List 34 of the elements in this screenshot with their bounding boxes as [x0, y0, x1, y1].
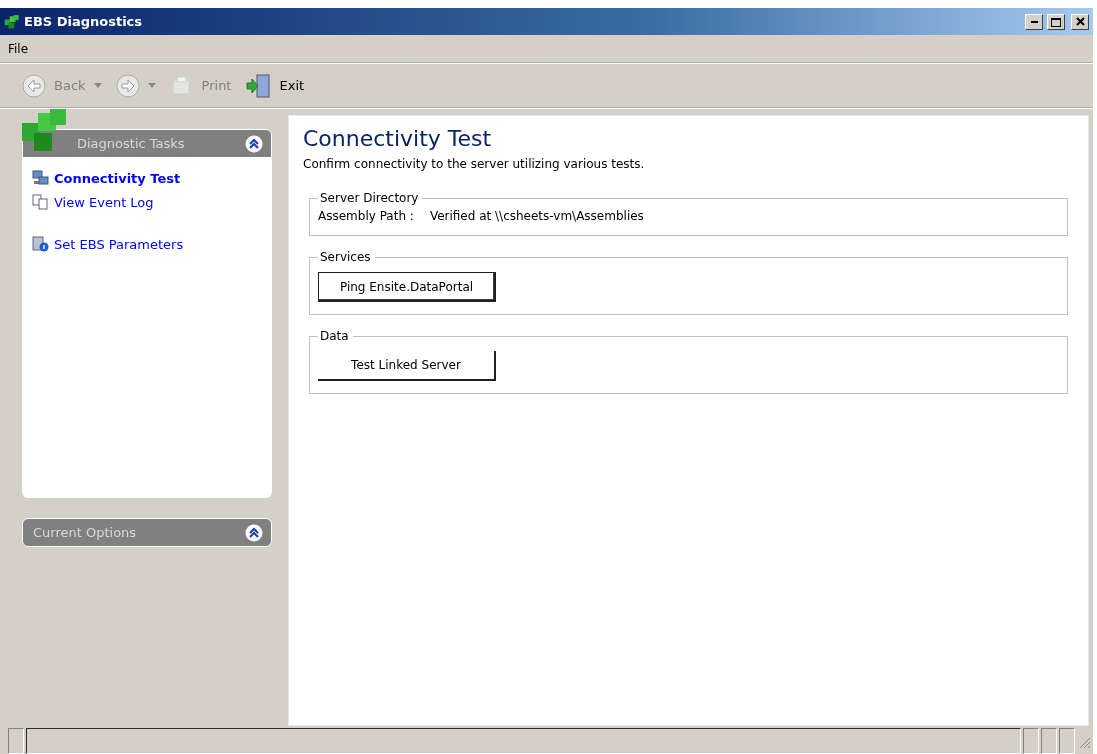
page-description: Confirm connectivity to the server utilizing various tests.: [303, 157, 646, 171]
task-link[interactable]: Connectivity Test: [32, 170, 262, 186]
dropdown-caret-icon: [147, 83, 156, 88]
cubes-logo: [4, 14, 20, 29]
minimize-icon: [1030, 20, 1038, 23]
group-title: Server Directory: [319, 191, 420, 205]
dropdown-caret-icon: [93, 83, 102, 88]
exit-door-icon: [245, 72, 272, 99]
group-title: Services: [319, 250, 372, 264]
page-title: Connectivity Test: [303, 126, 493, 151]
menu-item[interactable]: File: [6, 41, 31, 56]
task-link[interactable]: Set EBS Parameters: [32, 236, 262, 252]
maximize-button[interactable]: [1047, 13, 1065, 30]
collapse-chevron-icon[interactable]: [245, 134, 263, 153]
status-pane: [8, 728, 24, 754]
status-pane: [1041, 728, 1057, 754]
window-title: EBS Diagnostics: [24, 14, 144, 29]
minimize-button[interactable]: [1025, 13, 1043, 30]
pages-icon: [32, 194, 50, 210]
close-icon: [1075, 17, 1085, 26]
computers-icon: [32, 170, 50, 186]
collapse-chevron-icon[interactable]: [245, 523, 263, 542]
action-button[interactable]: Test Linked Server: [318, 351, 496, 381]
info-document-icon: [32, 236, 50, 252]
close-button[interactable]: [1071, 13, 1089, 30]
task-link[interactable]: View Event Log: [32, 194, 262, 210]
group-title: Data: [319, 329, 350, 343]
status-pane: [1023, 728, 1039, 754]
field-value: Verified at \\csheets-vm\Assemblies: [429, 209, 644, 223]
status-pane: [1059, 728, 1075, 754]
exit-button[interactable]: Exit: [241, 72, 309, 99]
maximize-icon: [1051, 16, 1061, 27]
field-label: Assembly Path :: [318, 209, 414, 223]
action-button[interactable]: Ping Ensite.DataPortal: [318, 272, 496, 302]
